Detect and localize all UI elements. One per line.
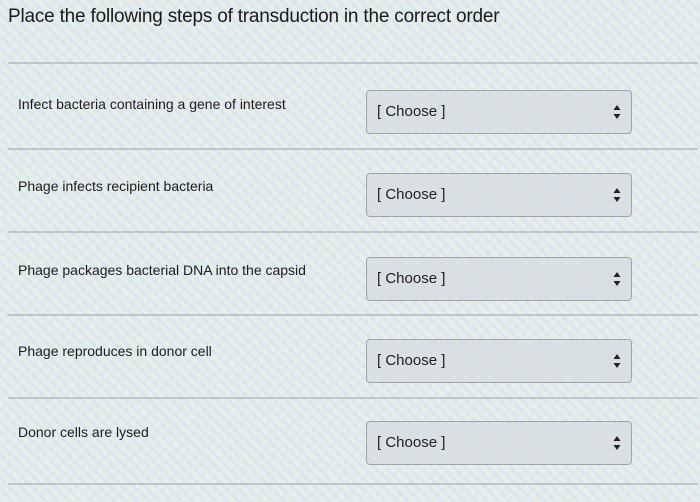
divider bbox=[8, 62, 698, 64]
divider bbox=[8, 397, 698, 399]
select-value: [ Choose ] bbox=[377, 434, 446, 451]
order-select-3[interactable]: [ Choose ] bbox=[366, 257, 632, 301]
divider bbox=[8, 148, 698, 150]
step-label-3: Phage packages bacterial DNA into the ca… bbox=[18, 262, 306, 278]
select-value: [ Choose ] bbox=[377, 270, 446, 287]
up-down-chevron-icon bbox=[613, 436, 621, 450]
divider bbox=[8, 483, 698, 485]
divider bbox=[8, 314, 698, 316]
step-label-5: Donor cells are lysed bbox=[18, 424, 149, 440]
up-down-chevron-icon bbox=[613, 188, 621, 202]
order-select-5[interactable]: [ Choose ] bbox=[366, 421, 632, 465]
up-down-chevron-icon bbox=[613, 354, 621, 368]
order-select-2[interactable]: [ Choose ] bbox=[366, 173, 632, 217]
order-select-4[interactable]: [ Choose ] bbox=[366, 339, 632, 383]
up-down-chevron-icon bbox=[613, 272, 621, 286]
select-value: [ Choose ] bbox=[377, 352, 446, 369]
select-value: [ Choose ] bbox=[377, 186, 446, 203]
up-down-chevron-icon bbox=[613, 105, 621, 119]
order-select-1[interactable]: [ Choose ] bbox=[366, 90, 632, 134]
step-label-1: Infect bacteria containing a gene of int… bbox=[18, 96, 286, 112]
divider bbox=[8, 231, 698, 233]
select-value: [ Choose ] bbox=[377, 103, 446, 120]
step-label-2: Phage infects recipient bacteria bbox=[18, 178, 214, 194]
page-title: Place the following steps of transductio… bbox=[8, 6, 500, 27]
step-label-4: Phage reproduces in donor cell bbox=[18, 343, 212, 359]
